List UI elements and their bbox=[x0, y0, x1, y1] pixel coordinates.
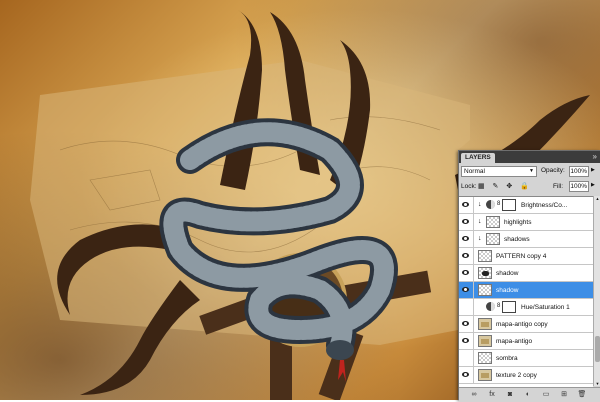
row-divider bbox=[473, 350, 474, 367]
layers-list: ↓ 8 Brightness/Co... ↓ highlights ↓ shadows PAT… bbox=[459, 196, 593, 387]
opacity-label: Opacity: bbox=[541, 167, 565, 174]
link-icon[interactable]: ∞ bbox=[469, 390, 479, 399]
scroll-down-icon[interactable]: ▼ bbox=[594, 381, 600, 386]
row-divider bbox=[473, 316, 474, 333]
layer-row[interactable]: 8 Hue/Saturation 1 bbox=[459, 299, 593, 316]
layer-row[interactable]: ↓ shadows bbox=[459, 231, 593, 248]
visibility-eye-icon[interactable] bbox=[462, 236, 469, 241]
blend-mode-select[interactable]: Normal ▼ bbox=[461, 166, 537, 177]
visibility-eye-icon[interactable] bbox=[462, 270, 469, 275]
folder-icon[interactable]: ▭ bbox=[541, 390, 551, 399]
panel-tab-bar: LAYERS » bbox=[459, 151, 600, 163]
layer-thumbnail[interactable] bbox=[478, 250, 492, 262]
chain-link-icon[interactable]: 8 bbox=[497, 201, 500, 207]
chain-link-icon[interactable]: 8 bbox=[497, 303, 500, 309]
mask-icon[interactable]: ◙ bbox=[505, 390, 515, 399]
layer-mask-thumbnail[interactable] bbox=[502, 301, 516, 313]
visibility-eye-icon[interactable] bbox=[462, 372, 469, 377]
layers-scrollbar[interactable]: ▲ ▼ bbox=[593, 196, 600, 386]
layer-mask-thumbnail[interactable] bbox=[502, 199, 516, 211]
layer-thumbnail[interactable] bbox=[478, 318, 492, 330]
scrollbar-thumb[interactable] bbox=[595, 336, 600, 362]
layer-name[interactable]: Brightness/Co... bbox=[521, 202, 567, 209]
lock-label: Lock: bbox=[461, 183, 477, 190]
layer-name[interactable]: mapa-antigo copy bbox=[496, 321, 548, 328]
layer-thumbnail[interactable] bbox=[478, 335, 492, 347]
layer-thumbnail[interactable] bbox=[478, 284, 492, 296]
layer-row[interactable]: shadow bbox=[459, 282, 593, 299]
visibility-eye-icon[interactable] bbox=[462, 287, 469, 292]
layer-name[interactable]: shadow bbox=[496, 287, 518, 294]
panel-menu-icon[interactable]: » bbox=[593, 152, 597, 162]
layer-thumbnail[interactable] bbox=[478, 369, 492, 381]
layer-name[interactable]: mapa-antigo bbox=[496, 338, 532, 345]
layer-row[interactable]: PATTERN copy 4 bbox=[459, 248, 593, 265]
layer-thumbnail[interactable] bbox=[486, 233, 500, 245]
layer-row[interactable]: mapa-antigo bbox=[459, 333, 593, 350]
layer-row[interactable]: texture 2 copy bbox=[459, 367, 593, 384]
visibility-eye-icon[interactable] bbox=[462, 202, 469, 207]
scroll-up-icon[interactable]: ▲ bbox=[594, 196, 600, 201]
layer-name[interactable]: shadow bbox=[496, 270, 518, 277]
adjustment-layer-icon bbox=[486, 200, 495, 209]
row-divider bbox=[473, 265, 474, 282]
layer-name[interactable]: sombra bbox=[496, 355, 518, 362]
clipping-mask-icon: ↓ bbox=[478, 218, 482, 225]
visibility-eye-icon[interactable] bbox=[462, 355, 469, 360]
row-divider bbox=[473, 299, 474, 316]
layer-name[interactable]: Hue/Saturation 1 bbox=[521, 304, 570, 311]
layer-row[interactable]: ↓ 8 Brightness/Co... bbox=[459, 197, 593, 214]
opacity-slider-arrow-icon[interactable]: ▶ bbox=[591, 167, 595, 173]
layer-row[interactable]: ↓ highlights bbox=[459, 214, 593, 231]
row-divider bbox=[473, 282, 474, 299]
layer-row[interactable]: shadow bbox=[459, 265, 593, 282]
adjustment-layer-icon bbox=[486, 302, 495, 311]
layer-name[interactable]: texture 2 copy bbox=[496, 372, 537, 379]
visibility-eye-icon[interactable] bbox=[462, 321, 469, 326]
layer-name[interactable]: shadows bbox=[504, 236, 530, 243]
tab-layers[interactable]: LAYERS bbox=[461, 153, 495, 163]
fill-label: Fill: bbox=[553, 183, 564, 190]
lock-icons[interactable]: ▦ ✎ ✥ 🔒 bbox=[478, 182, 532, 190]
layer-name[interactable]: PATTERN copy 4 bbox=[496, 253, 546, 260]
layers-panel: LAYERS » Normal ▼ Opacity: 100% ▶ Lock: … bbox=[458, 150, 600, 402]
row-divider bbox=[473, 231, 474, 248]
fill-slider-arrow-icon[interactable]: ▶ bbox=[591, 182, 595, 188]
new-layer-icon[interactable]: ⊞ bbox=[559, 390, 569, 399]
fx-icon[interactable]: fx bbox=[487, 390, 497, 399]
layer-row[interactable]: sombra bbox=[459, 350, 593, 367]
blend-mode-value: Normal bbox=[464, 168, 485, 175]
row-divider bbox=[473, 367, 474, 384]
layer-thumbnail[interactable] bbox=[478, 267, 492, 279]
row-divider bbox=[473, 248, 474, 265]
layer-thumbnail[interactable] bbox=[486, 216, 500, 228]
snake-head bbox=[326, 340, 354, 360]
visibility-eye-icon[interactable] bbox=[462, 253, 469, 258]
fill-input[interactable]: 100% bbox=[569, 181, 589, 192]
chevron-down-icon: ▼ bbox=[529, 168, 534, 174]
row-divider bbox=[473, 197, 474, 214]
layer-name[interactable]: highlights bbox=[504, 219, 531, 226]
clipping-mask-icon: ↓ bbox=[478, 201, 482, 208]
layer-thumbnail[interactable] bbox=[478, 352, 492, 364]
visibility-eye-icon[interactable] bbox=[462, 304, 469, 309]
clipping-mask-icon: ↓ bbox=[478, 235, 482, 242]
visibility-eye-icon[interactable] bbox=[462, 338, 469, 343]
opacity-input[interactable]: 100% bbox=[569, 166, 589, 177]
adjustment-icon[interactable]: ◐ bbox=[523, 390, 533, 399]
layer-row[interactable]: mapa-antigo copy bbox=[459, 316, 593, 333]
visibility-eye-icon[interactable] bbox=[462, 219, 469, 224]
row-divider bbox=[473, 333, 474, 350]
trash-icon[interactable]: 🗑 bbox=[577, 390, 587, 399]
row-divider bbox=[473, 214, 474, 231]
